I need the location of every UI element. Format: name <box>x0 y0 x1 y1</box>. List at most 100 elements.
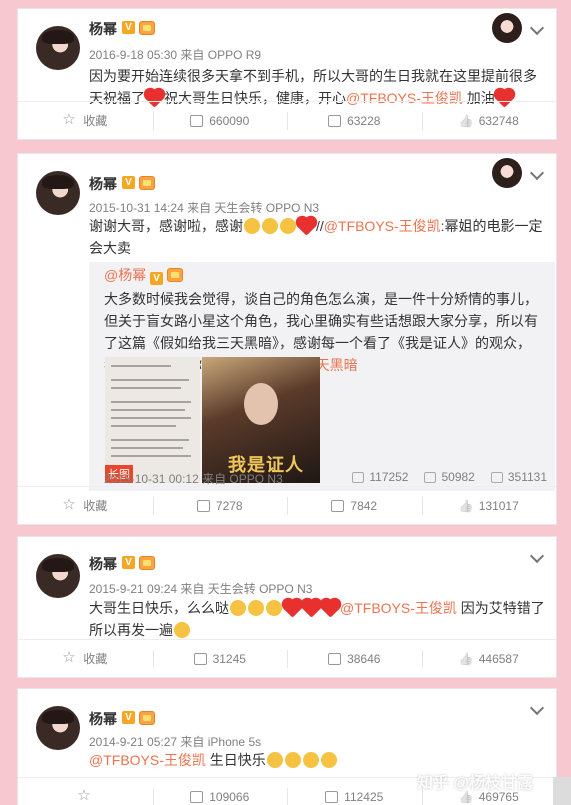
repost-button[interactable]: 31245 <box>152 640 288 677</box>
mention-link[interactable]: @TFBOYS-王俊凯 <box>324 218 441 234</box>
avatar[interactable] <box>36 26 80 70</box>
favorite-button[interactable]: 收藏 <box>18 487 153 524</box>
post-text: 大哥生日快乐，么么哒 @TFBOYS-王俊凯 因为艾特错了所以再发一遍 <box>89 597 549 641</box>
emoji-icon <box>284 752 301 768</box>
comment-icon <box>328 652 342 665</box>
emoji-icon <box>248 600 264 616</box>
favorite-button[interactable]: 收藏 <box>18 640 153 677</box>
favorite-label: 收藏 <box>83 652 108 666</box>
comment-button[interactable]: 38646 <box>287 640 422 677</box>
like-count: 446587 <box>478 651 519 666</box>
author-name[interactable]: 杨幂 <box>89 554 117 574</box>
thumbs-up-icon <box>490 471 503 483</box>
emoji-icon <box>266 600 282 616</box>
repost-meta: 2015-10-31 00:12 来自 OPPO N3 <box>104 472 283 486</box>
repost-count: 660090 <box>209 113 250 128</box>
favorite-button[interactable] <box>18 778 153 805</box>
share-icon <box>190 114 204 127</box>
like-button[interactable]: 632748 <box>421 102 557 139</box>
repost-author-link[interactable]: @杨幂 <box>104 267 146 283</box>
side-tab[interactable] <box>553 777 571 805</box>
post-text-part: 生日快乐 <box>205 752 266 768</box>
like-button[interactable]: 131017 <box>421 487 557 524</box>
comment-button[interactable]: 112425 <box>287 778 422 805</box>
thumbs-up-icon <box>459 499 473 513</box>
verified-icon: V <box>122 176 135 189</box>
emoji-icon <box>262 218 278 234</box>
comment-icon <box>325 790 339 803</box>
avatar[interactable] <box>36 554 80 598</box>
comment-button[interactable]: 7842 <box>287 487 422 524</box>
card-decoration-avatar <box>492 13 522 43</box>
repost-like-count[interactable]: 351131 <box>490 470 547 484</box>
repost-comment-count[interactable]: 50982 <box>424 470 475 484</box>
emoji-icon <box>266 752 283 768</box>
mention-link[interactable]: @TFBOYS-王俊凯 <box>89 752 206 768</box>
action-bar: 收藏 7278 7842 131017 <box>18 486 556 524</box>
verified-icon: V <box>150 272 164 285</box>
comment-count: 7842 <box>350 498 378 513</box>
avatar[interactable] <box>36 706 80 750</box>
watermark: 知乎 @杨枝甘露 <box>416 775 533 792</box>
comment-button[interactable]: 63228 <box>287 102 422 139</box>
mention-link[interactable]: @TFBOYS-王俊凯 <box>340 600 457 616</box>
count: 50982 <box>441 470 475 484</box>
post-card: 杨幂 V 2016-9-18 05:30 来自 OPPO R9 因为要开始连续很… <box>17 8 557 140</box>
repost-repost-count[interactable]: 117252 <box>352 470 408 484</box>
star-icon <box>62 498 77 513</box>
vip-crown-icon <box>139 21 155 35</box>
emoji-icon <box>174 622 190 638</box>
like-count: 632748 <box>478 113 519 128</box>
share-icon <box>190 790 204 803</box>
heart-icon <box>283 599 302 618</box>
chevron-down-icon[interactable] <box>529 700 545 716</box>
action-bar: 收藏 31245 38646 446587 <box>18 639 556 677</box>
author-name[interactable]: 杨幂 <box>89 19 117 39</box>
post-source[interactable]: 天生会转 OPPO N3 <box>214 201 319 215</box>
author-name[interactable]: 杨幂 <box>89 709 117 729</box>
heart-icon <box>321 599 340 618</box>
vip-crown-icon <box>139 176 155 190</box>
reposted-content[interactable]: @杨幂 V 大多数时候我会觉得，谈自己的角色怎么演，是一件十分矫情的事儿，但关于… <box>89 262 555 491</box>
count: 117252 <box>369 470 409 484</box>
favorite-button[interactable]: 收藏 <box>18 102 153 139</box>
emoji-icon <box>302 752 319 768</box>
vip-crown-icon <box>167 268 183 282</box>
post-meta: 2014-9-21 05:27 来自 iPhone 5s <box>89 735 262 749</box>
post-time: 2015-9-21 09:24 来自 <box>89 582 208 596</box>
post-source[interactable]: 天生会转 OPPO N3 <box>208 582 313 596</box>
movie-poster-image[interactable]: 我是证人 <box>202 357 320 483</box>
comment-count: 112425 <box>344 789 384 804</box>
card-decoration-avatar <box>492 158 522 188</box>
vip-crown-icon <box>139 711 155 725</box>
favorite-label: 收藏 <box>83 114 108 128</box>
chevron-down-icon[interactable] <box>529 165 545 181</box>
emoji-icon <box>280 218 296 234</box>
repost-header: @杨幂 V <box>104 264 544 286</box>
like-count: 131017 <box>478 498 519 513</box>
chevron-down-icon[interactable] <box>529 20 545 36</box>
chevron-down-icon[interactable] <box>529 548 545 564</box>
post-text-part: 大哥生日快乐，么么哒 <box>89 600 229 616</box>
repost-button[interactable]: 660090 <box>152 102 288 139</box>
post-card: 杨幂 V 2015-9-21 09:24 来自 天生会转 OPPO N3 大哥生… <box>17 536 557 678</box>
favorite-label: 收藏 <box>83 499 108 513</box>
post-meta: 2015-10-31 14:24 来自 天生会转 OPPO N3 <box>89 199 319 216</box>
share-icon <box>196 499 210 512</box>
repost-button[interactable]: 7278 <box>152 487 288 524</box>
author-name[interactable]: 杨幂 <box>89 174 117 194</box>
share-icon <box>352 471 365 483</box>
post-time: 2015-10-31 14:24 来自 <box>89 201 215 215</box>
comment-icon <box>331 499 345 512</box>
vip-crown-icon <box>139 556 155 570</box>
thumbs-up-icon <box>459 652 473 666</box>
share-icon <box>193 652 207 665</box>
post-meta: 2015-9-21 09:24 来自 天生会转 OPPO N3 <box>89 580 312 597</box>
like-button[interactable]: 446587 <box>421 640 557 677</box>
comment-count: 38646 <box>347 651 381 666</box>
action-bar: 收藏 660090 63228 632748 <box>18 101 556 139</box>
long-image-thumbnail[interactable]: 长图 <box>105 357 200 483</box>
repost-button[interactable]: 109066 <box>152 778 288 805</box>
post-text-part: 谢谢大哥，感谢啦，感谢 <box>89 218 243 234</box>
avatar[interactable] <box>36 171 80 215</box>
